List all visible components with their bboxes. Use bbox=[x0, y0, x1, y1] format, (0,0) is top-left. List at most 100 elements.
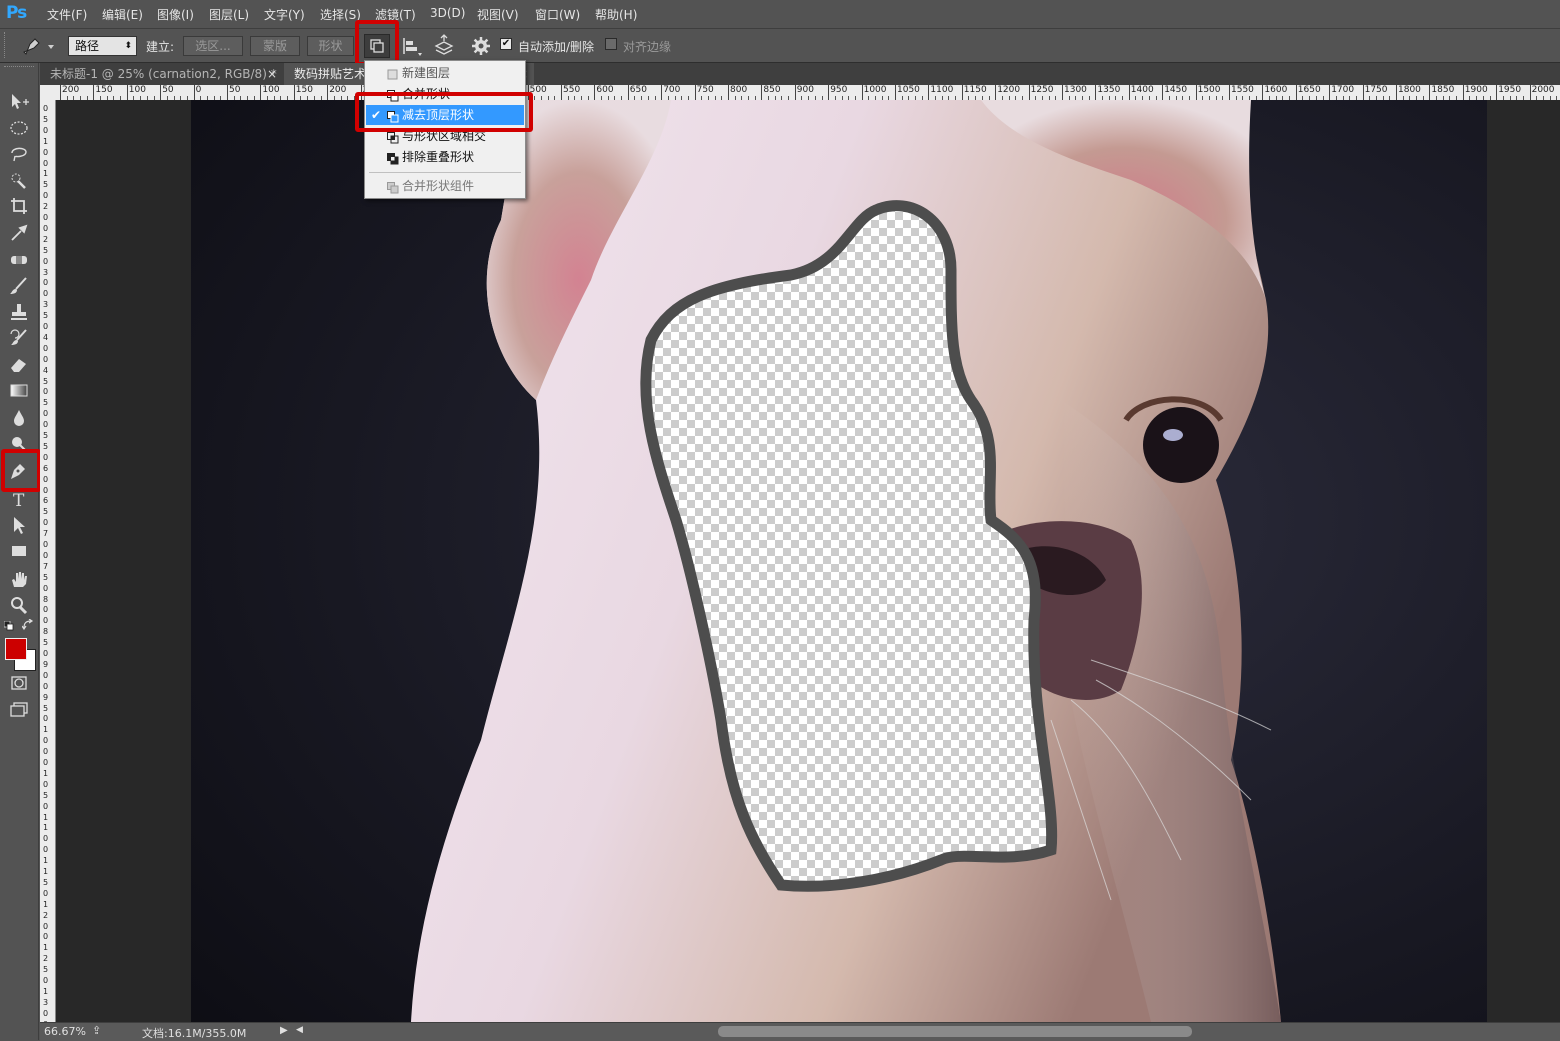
zoom-level[interactable]: 66.67% bbox=[44, 1025, 86, 1038]
crop-tool[interactable] bbox=[6, 195, 32, 217]
menu-image[interactable]: 图像(I) bbox=[157, 6, 194, 23]
quick-selection-icon bbox=[11, 173, 26, 189]
path-selection-arrow-icon bbox=[14, 517, 25, 534]
tab-untitled-1[interactable]: 未标题-1 @ 25% (carnation2, RGB/8) * × bbox=[40, 63, 283, 85]
menu-3d[interactable]: 3D(D) bbox=[430, 6, 465, 20]
align-edges-checkbox[interactable] bbox=[605, 38, 617, 50]
menu-view[interactable]: 视图(V) bbox=[477, 6, 519, 23]
ruler-label: 0 bbox=[43, 147, 49, 157]
ruler-label: 0 bbox=[43, 888, 49, 898]
type-icon: T bbox=[13, 491, 25, 509]
tool-preset-picker[interactable] bbox=[18, 34, 58, 58]
ruler-label: 1750 bbox=[1364, 85, 1388, 95]
ruler-label: 0 bbox=[43, 278, 49, 288]
ruler-label: 5 bbox=[43, 703, 49, 713]
rectangle-tool[interactable] bbox=[6, 540, 32, 562]
auto-add-delete-checkbox[interactable]: ✔ bbox=[500, 38, 512, 50]
horizontal-scrollbar-thumb[interactable] bbox=[718, 1026, 1192, 1037]
tools-grip[interactable] bbox=[4, 66, 34, 73]
quick-selection-tool[interactable] bbox=[6, 169, 32, 191]
ruler-label: 0 bbox=[43, 1008, 49, 1018]
history-brush-tool[interactable] bbox=[6, 327, 32, 349]
menu-window[interactable]: 窗口(W) bbox=[535, 6, 580, 23]
move-tool[interactable] bbox=[6, 91, 32, 113]
new-layer-icon bbox=[387, 67, 399, 80]
share-icon[interactable]: ⇪ bbox=[92, 1024, 101, 1037]
exclude-overlapping-shapes-icon bbox=[387, 151, 399, 165]
brush-tool[interactable] bbox=[6, 275, 32, 297]
tab-close-icon[interactable]: × bbox=[267, 63, 277, 85]
options-grip[interactable] bbox=[4, 32, 10, 58]
default-colors-icon[interactable] bbox=[3, 620, 14, 631]
ruler-label: 0 bbox=[43, 540, 49, 549]
elliptical-marquee-tool[interactable] bbox=[6, 117, 32, 139]
ruler-label: 600 bbox=[596, 85, 614, 95]
path-arrangement-button[interactable] bbox=[432, 34, 456, 58]
menu-bar: Ps 文件(F) 编辑(E) 图像(I) 图层(L) 文字(Y) 选择(S) 滤… bbox=[0, 0, 1560, 29]
menu-file[interactable]: 文件(F) bbox=[47, 6, 87, 23]
ruler-label: 1 bbox=[43, 812, 49, 822]
menu-edit[interactable]: 编辑(E) bbox=[102, 6, 143, 23]
pen-mode-value: 路径 bbox=[75, 39, 100, 53]
path-selection-tool[interactable] bbox=[6, 514, 32, 536]
stamp-icon bbox=[11, 304, 27, 320]
screen-mode-button[interactable] bbox=[6, 698, 32, 720]
ruler-label: 1100 bbox=[930, 85, 954, 95]
menu-item-new-layer[interactable]: 新建图层 bbox=[366, 63, 524, 83]
menu-item-exclude-overlapping-shapes[interactable]: 排除重叠形状 bbox=[366, 147, 524, 167]
eraser-tool[interactable] bbox=[6, 353, 32, 375]
menu-help[interactable]: 帮助(H) bbox=[595, 6, 637, 23]
quick-mask-button[interactable] bbox=[6, 672, 32, 694]
foreground-color-swatch[interactable] bbox=[5, 638, 27, 660]
healing-brush-tool[interactable] bbox=[6, 249, 32, 271]
ruler-label: 5 bbox=[43, 965, 49, 975]
blur-tool[interactable] bbox=[6, 406, 32, 428]
ruler-label: 0 bbox=[43, 518, 49, 528]
make-shape-button[interactable]: 形状 bbox=[307, 36, 354, 56]
ruler-label: 1500 bbox=[1197, 85, 1221, 95]
ruler-label: 0 bbox=[43, 409, 49, 419]
ruler-label: 0 bbox=[43, 758, 49, 767]
ruler-major-tick bbox=[694, 85, 696, 100]
ruler-label: 100 bbox=[262, 85, 280, 95]
ruler-label: 3 bbox=[43, 267, 49, 277]
document-tabs: 未标题-1 @ 25% (carnation2, RGB/8) * × 数码拼贴… bbox=[40, 63, 1560, 85]
ruler-label: 2 bbox=[43, 910, 49, 920]
ruler-label: 1900 bbox=[1464, 85, 1488, 95]
eyedropper-tool[interactable] bbox=[6, 221, 32, 243]
zoom-tool[interactable] bbox=[6, 594, 32, 616]
ruler-label: 5 bbox=[43, 877, 49, 887]
ruler-major-tick bbox=[260, 85, 262, 100]
document-workspace[interactable] bbox=[56, 100, 1560, 1022]
gradient-tool[interactable] bbox=[6, 379, 32, 401]
ruler-label: 0 bbox=[43, 616, 49, 626]
ruler-label: 0 bbox=[43, 779, 49, 789]
ruler-label: 6 bbox=[43, 463, 49, 473]
lasso-tool[interactable] bbox=[6, 143, 32, 165]
ruler-label: 0 bbox=[43, 289, 49, 299]
build-label: 建立: bbox=[146, 40, 175, 54]
status-menu-arrow-icon[interactable]: ▶ bbox=[280, 1025, 288, 1036]
pen-mode-select[interactable]: 路径 ⬍ bbox=[68, 36, 137, 56]
crop-icon bbox=[11, 198, 27, 214]
scroll-left-arrow-icon[interactable]: ◀ bbox=[296, 1025, 303, 1035]
make-selection-button[interactable]: 选区... bbox=[183, 36, 243, 56]
type-tool[interactable]: T bbox=[6, 488, 32, 510]
menu-type[interactable]: 文字(Y) bbox=[264, 6, 305, 23]
hand-tool[interactable] bbox=[6, 568, 32, 590]
image-canvas[interactable] bbox=[191, 100, 1487, 1022]
path-alignment-button[interactable] bbox=[400, 34, 424, 58]
ruler-label: 650 bbox=[629, 85, 647, 95]
menu-item-merge-shape-components[interactable]: 合并形状组件 bbox=[366, 176, 524, 196]
settings-gear-button[interactable] bbox=[470, 35, 492, 57]
ruler-label: 1050 bbox=[897, 85, 920, 95]
menu-layer[interactable]: 图层(L) bbox=[209, 6, 249, 23]
ruler-major-tick bbox=[794, 85, 796, 100]
swap-colors-icon[interactable] bbox=[21, 618, 34, 631]
make-mask-button[interactable]: 蒙版 bbox=[250, 36, 300, 56]
ruler-label: 0 bbox=[43, 387, 49, 397]
ruler-label: 2 bbox=[43, 234, 49, 244]
ruler-label: 1450 bbox=[1164, 85, 1188, 95]
ruler-label: 0 bbox=[43, 256, 49, 266]
clone-stamp-tool[interactable] bbox=[6, 301, 32, 323]
